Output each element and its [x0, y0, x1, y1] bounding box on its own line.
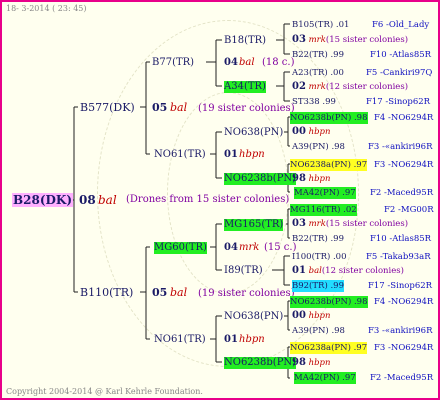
gen4-ref: F6 -Old_Lady: [372, 20, 430, 30]
gen3-name[interactable]: NO638(PN): [224, 127, 283, 139]
copyright: Copyright 2004-2014 @ Karl Kehrle Founda…: [6, 387, 203, 396]
gen3-note: (12 sister colonies): [321, 266, 404, 276]
gen3-name[interactable]: I89(TR): [224, 265, 263, 277]
gen3-tag: mrk: [308, 219, 326, 229]
gen4-name[interactable]: MA42(PN) .97: [294, 187, 356, 199]
gen3-tag: hbpn: [308, 127, 331, 137]
gen4-ref: F3 -«ankiri96R: [368, 142, 433, 152]
gen1-name[interactable]: B110(TR): [80, 287, 133, 299]
gen4-ref: F3 -NO6294R: [374, 160, 434, 170]
gen4-ref: F4 -NO6294R: [374, 113, 434, 123]
gen4-name[interactable]: NO6238a(PN) .97: [290, 342, 368, 354]
pedigree-frame: 18- 3-2014 ( 23: 45) Copyright 2004-2014…: [0, 0, 440, 400]
date-stamp: 18- 3-2014 ( 23: 45): [6, 4, 87, 13]
gen3-count: 03: [292, 218, 306, 229]
gen3-count: 02: [292, 81, 306, 92]
gen4-ref: F2 -Maced95R: [370, 373, 434, 383]
gen4-name[interactable]: I100(TR) .00: [292, 251, 347, 263]
gen4-ref: F2 -Maced95R: [370, 188, 434, 198]
gen1-tag: bal: [170, 286, 188, 299]
gen3-name[interactable]: NO638(PN): [224, 311, 283, 323]
gen4-ref: F5 -Cankiri97Q: [366, 68, 433, 78]
gen3-tag: hbpn: [308, 311, 331, 321]
gen4-name[interactable]: A39(PN) .98: [292, 325, 345, 337]
gen2-name[interactable]: MG60(TR): [154, 242, 207, 254]
gen3-tag: mrk: [308, 35, 326, 45]
gen3-count: 03: [292, 34, 306, 45]
gen4-ref: F17 -Sinop62R: [368, 281, 433, 291]
gen2-tag: hbpn: [239, 334, 265, 345]
gen3-name[interactable]: NO6238b(PN): [224, 357, 297, 369]
gen4-ref: F3 -NO6294R: [374, 343, 434, 353]
gen4-ref: F10 -Atlas85R: [370, 50, 432, 60]
gen2-count: 01: [224, 334, 238, 345]
root-queen[interactable]: B28(DK): [12, 193, 74, 207]
gen3-name[interactable]: NO6238b(PN): [224, 173, 297, 185]
gen3-count: 00: [292, 126, 306, 137]
gen3-tag: hbpn: [308, 174, 331, 184]
gen4-name[interactable]: B105(TR) .01: [292, 19, 349, 31]
gen1-tag: bal: [170, 101, 188, 114]
gen3-name[interactable]: A34(TR): [224, 81, 266, 93]
gen4-name[interactable]: NO6238a(PN) .97: [290, 159, 368, 171]
gen4-name[interactable]: ST338 .99: [292, 96, 336, 108]
gen2-count: 04: [224, 242, 238, 253]
gen1-count: 05: [152, 286, 168, 299]
gen3-count: 00: [292, 310, 306, 321]
gen4-ref: F10 -Atlas85R: [370, 234, 432, 244]
gen2-count: 01: [224, 149, 238, 160]
root-note: (Drones from 15 sister colonies): [126, 194, 290, 205]
gen2-name[interactable]: B77(TR): [152, 57, 194, 69]
gen2-name[interactable]: NO61(TR): [154, 334, 206, 346]
gen4-name[interactable]: B92(TR) .99: [292, 280, 344, 292]
gen4-ref: F5 -Takab93aR: [366, 252, 431, 262]
gen1-name[interactable]: B577(DK): [80, 102, 135, 114]
gen3-tag: hbpn: [308, 358, 331, 368]
gen3-count: 98: [292, 357, 306, 368]
gen1-count: 05: [152, 101, 168, 114]
gen4-name[interactable]: NO6238b(PN) .98: [290, 296, 368, 308]
gen2-note: (18 c.): [262, 57, 295, 68]
gen3-tag: bal: [308, 266, 322, 276]
root-count: 08: [79, 193, 96, 207]
gen3-note: (15 sister colonies): [325, 219, 409, 229]
gen4-ref: F4 -NO6294R: [374, 297, 434, 307]
gen4-name[interactable]: NO6238b(PN) .98: [290, 112, 368, 124]
gen2-tag: mrk: [239, 242, 260, 253]
gen3-tag: mrk: [308, 82, 326, 92]
gen4-name[interactable]: MA42(PN) .97: [294, 372, 356, 384]
gen4-name[interactable]: A39(PN) .98: [292, 141, 345, 153]
gen1-note: (19 sister colonies): [198, 288, 295, 299]
gen1-note: (19 sister colonies): [198, 103, 295, 114]
gen3-name[interactable]: B18(TR): [224, 35, 266, 47]
gen2-tag: hbpn: [239, 149, 265, 160]
gen3-note: (12 sister colonies): [325, 82, 409, 92]
gen4-ref: F2 -MG00R: [384, 205, 434, 215]
gen4-name[interactable]: A23(TR) .00: [292, 67, 344, 79]
gen3-name[interactable]: MG165(TR): [224, 219, 284, 231]
gen2-tag: bal: [239, 57, 255, 68]
gen2-name[interactable]: NO61(TR): [154, 149, 206, 161]
root-tag: bal: [98, 193, 117, 207]
gen4-ref: F3 -«ankiri96R: [368, 326, 433, 336]
gen4-name[interactable]: MG116(TR) .02: [290, 204, 357, 216]
gen4-ref: F17 -Sinop62R: [366, 97, 431, 107]
gen3-count: 01: [292, 265, 306, 276]
gen3-note: (15 sister colonies): [325, 35, 409, 45]
gen2-count: 04: [224, 57, 238, 68]
gen4-name[interactable]: B22(TR) .99: [292, 49, 344, 61]
gen4-name[interactable]: B22(TR) .99: [292, 233, 344, 245]
gen3-count: 98: [292, 173, 306, 184]
